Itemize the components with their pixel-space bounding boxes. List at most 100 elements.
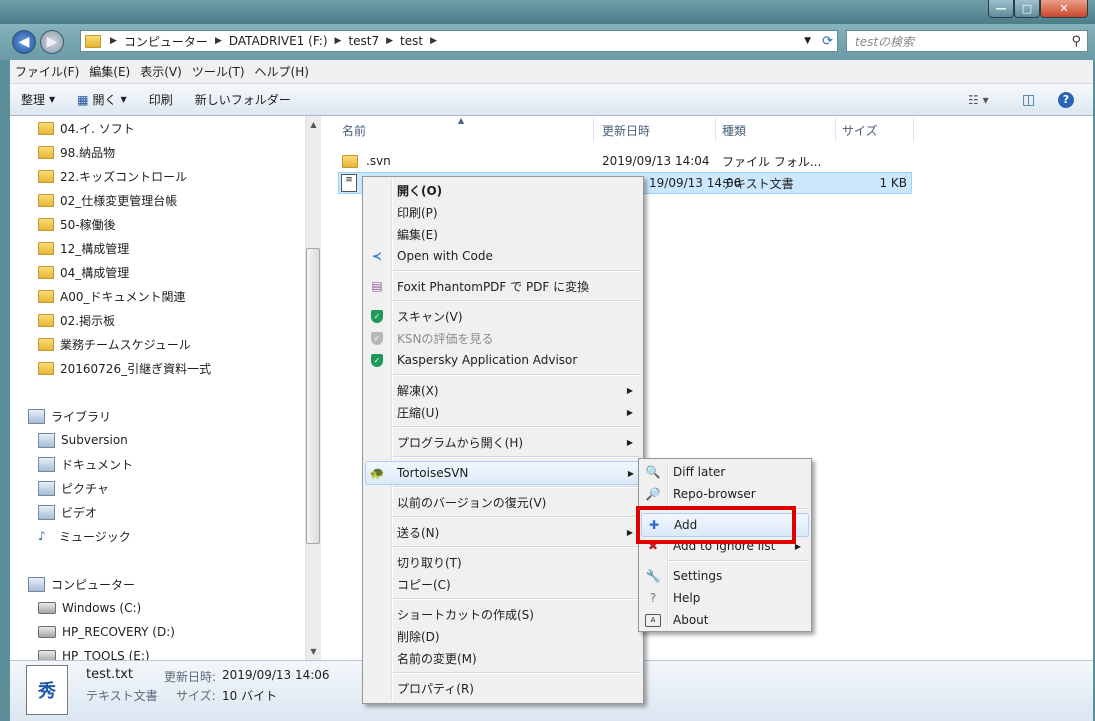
tree-folder[interactable]: 22.キッズコントロール [38,164,211,188]
menu-item-scan[interactable]: ✓ スキャン(V) [363,305,641,327]
menu-item-cut[interactable]: 切り取り(T) [363,551,641,573]
help-icon[interactable]: ? [1058,91,1074,108]
folder-icon [38,337,54,351]
menu-item-kaspersky[interactable]: ✓ Kaspersky Application Advisor [363,349,641,371]
dropdown-icon[interactable]: ▼ [804,36,811,46]
address-bar[interactable]: ▶ コンピューター ▶ DATADRIVE1 (F:) ▶ test7 ▶ te… [80,30,838,52]
title-bar [0,0,1095,24]
tree-folder[interactable]: 12_構成管理 [38,236,211,260]
menu-item-compress[interactable]: 圧縮(U) ▶ [363,401,641,423]
column-name[interactable]: 名前 ▲ [336,116,594,142]
menu-item-delete[interactable]: 削除(D) [363,625,641,647]
folder-icon [38,361,54,375]
computer-icon [28,576,45,592]
arrow-right-icon: ▶ [46,34,58,50]
breadcrumb-test7[interactable]: test7 [348,34,379,48]
organize-button[interactable]: 整理 ▼ [10,91,66,108]
tree-folder[interactable]: 50-稼働後 [38,212,211,236]
menu-separator [393,426,641,428]
view-options-icon[interactable]: ☷ ▾ [968,93,989,107]
tree-library[interactable]: ピクチャ [38,476,133,500]
scroll-down-icon[interactable]: ▼ [306,647,321,656]
submenu-item-about[interactable]: A About [639,609,809,631]
tree-library[interactable]: ビデオ [38,500,133,524]
submenu-item-repo-browser[interactable]: 🔎 Repo-browser [639,483,809,505]
folder-icon [38,313,54,327]
tree-libraries[interactable]: ライブラリ [28,404,133,428]
file-thumbnail-icon: 秀 [26,665,68,715]
forward-button[interactable]: ▶ [40,30,64,54]
tree-folder[interactable]: 20160726_引継ぎ資料一式 [38,356,211,380]
column-type[interactable]: 種類 [716,118,836,142]
menu-separator [393,270,641,272]
refresh-icon[interactable]: ⟳ [822,34,833,49]
menu-edit[interactable]: 編集(E) [84,63,135,80]
menu-item-edit[interactable]: 編集(E) [363,223,641,245]
column-size[interactable]: サイズ [836,118,914,142]
scroll-thumb[interactable] [306,248,320,544]
menu-item-properties[interactable]: プロパティ(R) [363,677,641,699]
folder-icon [38,265,54,279]
breadcrumb-drive[interactable]: DATADRIVE1 (F:) [229,34,328,48]
menu-item-send-to[interactable]: 送る(N) ▶ [363,521,641,543]
menu-item-print[interactable]: 印刷(P) [363,201,641,223]
column-date[interactable]: 更新日時 [596,118,716,142]
breadcrumb-computer[interactable]: コンピューター [124,33,208,50]
menu-item-restore[interactable]: 以前のバージョンの復元(V) [363,491,641,513]
wrench-icon: 🔧 [645,569,661,583]
menu-separator [393,300,641,302]
chevron-right-icon: ▶ [334,36,342,46]
preview-pane-icon[interactable]: ◫ [1022,92,1035,108]
menu-item-open-with[interactable]: プログラムから開く(H) ▶ [363,431,641,453]
close-button[interactable]: ✕ [1040,0,1088,18]
scroll-up-icon[interactable]: ▲ [306,120,321,129]
submenu-item-settings[interactable]: 🔧 Settings [639,565,809,587]
menu-tools[interactable]: ツール(T) [187,63,250,80]
back-button[interactable]: ◀ [12,30,36,54]
menu-item-foxit[interactable]: ▤ Foxit PhantomPDF で PDF に変換 [363,275,641,297]
menu-separator [669,560,809,562]
menu-item-rename[interactable]: 名前の変更(M) [363,647,641,669]
file-row[interactable]: .svn 2019/09/13 14:04 ファイル フォル... [340,150,912,172]
menu-file[interactable]: ファイル(F) [10,63,84,80]
tree-folder[interactable]: 02.掲示板 [38,308,211,332]
tree-folder[interactable]: A00_ドキュメント関連 [38,284,211,308]
tree-library[interactable]: ドキュメント [38,452,133,476]
maximize-button[interactable]: □ [1014,0,1040,18]
tree-folder[interactable]: 04_構成管理 [38,260,211,284]
menu-help[interactable]: ヘルプ(H) [250,63,314,80]
breadcrumb-test[interactable]: test [400,34,423,48]
tree-drive[interactable]: HP_TOOLS (E:) [38,644,175,660]
tree-folder[interactable]: 業務チームスケジュール [38,332,211,356]
submenu-item-diff-later[interactable]: 🔍 Diff later [639,461,809,483]
tree-computer[interactable]: コンピューター [28,572,175,596]
menu-item-open-with-code[interactable]: ≺ Open with Code [363,245,641,267]
menu-separator [393,672,641,674]
menu-item-open[interactable]: 開く(O) [363,179,641,201]
dropdown-icon: ▼ [49,95,56,104]
print-button[interactable]: 印刷 [138,91,184,108]
menu-item-shortcut[interactable]: ショートカットの作成(S) [363,603,641,625]
minimize-button[interactable]: — [988,0,1014,18]
menu-bar: ファイル(F) 編集(E) 表示(V) ツール(T) ヘルプ(H) [10,60,1093,84]
tree-folder[interactable]: 04.イ. ソフト [38,116,211,140]
menu-view[interactable]: 表示(V) [135,63,187,80]
shield-icon: ✓ [369,330,385,346]
tree-library[interactable]: Subversion [38,428,133,452]
menu-item-tortoisesvn[interactable]: 🐢 TortoiseSVN ▶ [365,461,641,485]
submenu-item-help[interactable]: ? Help [639,587,809,609]
tree-folder[interactable]: 98.納品物 [38,140,211,164]
tree-drive[interactable]: Windows (C:) [38,596,175,620]
menu-item-copy[interactable]: コピー(C) [363,573,641,595]
search-input[interactable]: testの検索 ⚲ [846,30,1088,52]
search-icon[interactable]: ⚲ [1071,34,1081,49]
tree-drive[interactable]: HP_RECOVERY (D:) [38,620,175,644]
picture-icon [38,480,55,496]
menu-item-extract[interactable]: 解凍(X) ▶ [363,379,641,401]
open-button[interactable]: ▦ 開く ▼ [66,91,138,108]
tree-folder[interactable]: 02_仕様変更管理台帳 [38,188,211,212]
tree-library[interactable]: ♪ ミュージック [38,524,133,548]
folder-icon [85,34,101,48]
new-folder-button[interactable]: 新しいフォルダー [184,91,302,108]
folder-icon [38,217,54,231]
